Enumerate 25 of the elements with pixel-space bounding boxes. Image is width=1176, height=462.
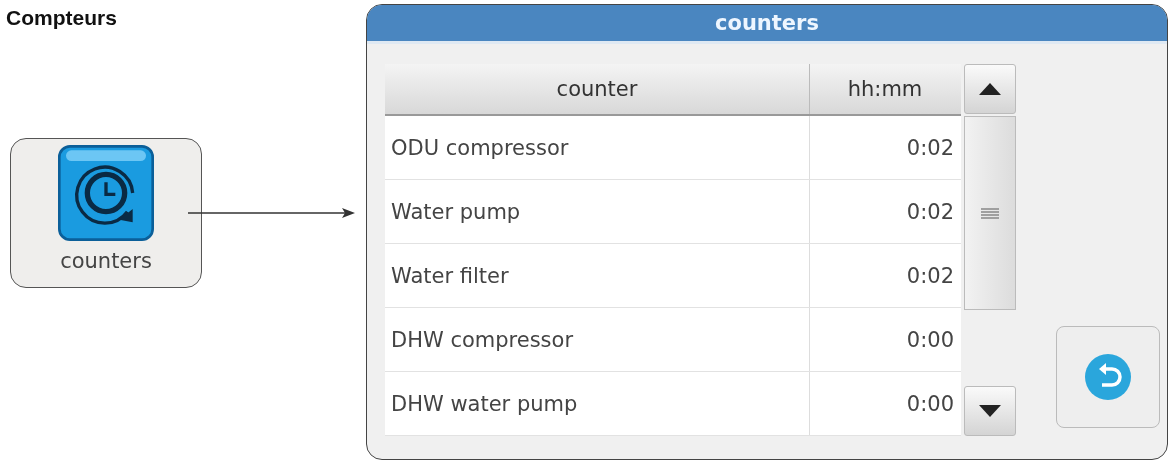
counter-cell: Water filter xyxy=(385,244,810,307)
undo-icon xyxy=(1084,353,1132,401)
time-cell-text: 0:02 xyxy=(905,134,955,162)
time-cell-text: 0:00 xyxy=(905,326,955,354)
grip-icon xyxy=(981,207,999,219)
back-button[interactable] xyxy=(1056,326,1160,428)
time-cell-text: 0:00 xyxy=(905,390,955,418)
section-heading: Compteurs xyxy=(5,6,117,30)
counters-tile-button[interactable]: counters xyxy=(10,138,202,288)
up-triangle-icon xyxy=(979,83,1001,95)
counter-cell: DHW compressor xyxy=(385,308,810,371)
clock-icon xyxy=(58,145,154,241)
counter-cell: DHW water pump xyxy=(385,372,810,435)
dialog-title: counters xyxy=(367,5,1167,44)
time-cell-text: 0:02 xyxy=(905,198,955,226)
column-header[interactable]: hh:mm xyxy=(810,64,960,114)
down-triangle-icon xyxy=(979,405,1001,417)
column-header[interactable]: counter xyxy=(385,64,810,114)
scroll-up-button[interactable] xyxy=(964,64,1016,114)
counter-cell: Water pump xyxy=(385,180,810,243)
scroll-down-button[interactable] xyxy=(964,386,1016,436)
scrollbar-thumb[interactable] xyxy=(964,116,1016,310)
scrollbar[interactable] xyxy=(964,64,1016,436)
time-cell-text: 0:02 xyxy=(905,262,955,290)
counter-cell: ODU compressor xyxy=(385,116,810,179)
